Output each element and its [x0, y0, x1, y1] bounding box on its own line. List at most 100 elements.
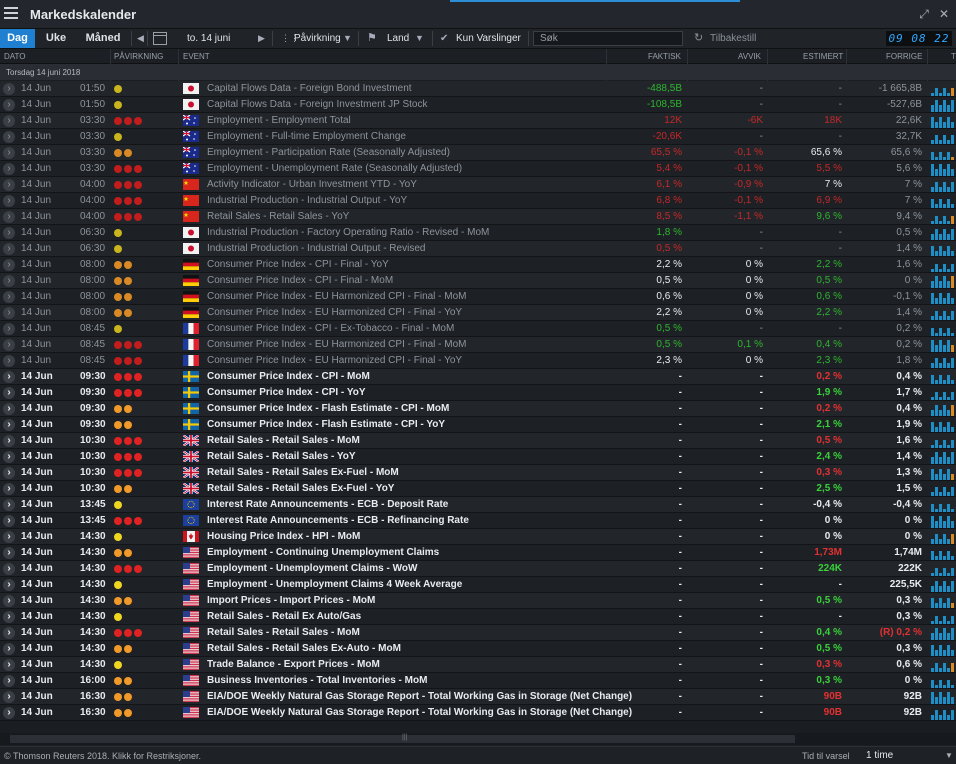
expand-row-icon[interactable]: › — [3, 483, 15, 495]
row-event[interactable]: Consumer Price Index - CPI - Final - YoY — [207, 259, 389, 271]
col-deviation[interactable]: AVVIK — [738, 52, 761, 61]
expand-row-icon[interactable]: › — [3, 195, 15, 207]
table-row[interactable]: › 14 Jun 08:00 Consumer Price Index - CPI -… — [0, 273, 956, 289]
row-event[interactable]: Retail Sales - Retail Sales Ex-Fuel - Mo… — [207, 467, 399, 479]
row-event[interactable]: Housing Price Index - HPI - MoM — [207, 531, 360, 543]
row-event[interactable]: Consumer Price Index - Flash Estimate - … — [207, 419, 445, 431]
calendar-icon[interactable] — [153, 32, 167, 45]
expand-row-icon[interactable]: › — [3, 323, 15, 335]
expand-row-icon[interactable]: › — [3, 675, 15, 687]
row-event[interactable]: Consumer Price Index - EU Harmonized CPI… — [207, 339, 467, 351]
expand-row-icon[interactable]: › — [3, 403, 15, 415]
row-event[interactable]: EIA/DOE Weekly Natural Gas Storage Repor… — [207, 707, 632, 719]
expand-row-icon[interactable]: › — [3, 659, 15, 671]
table-row[interactable]: › 14 Jun 16:30 EIA/DOE Weekly Natural Gas S… — [0, 689, 956, 705]
row-event[interactable]: Consumer Price Index - EU Harmonized CPI… — [207, 291, 467, 303]
row-event[interactable]: Consumer Price Index - Flash Estimate - … — [207, 403, 449, 415]
expand-row-icon[interactable]: › — [3, 131, 15, 143]
table-row[interactable]: › 14 Jun 14:30 Retail Sales - Retail Ex Aut… — [0, 609, 956, 625]
alerts-only-toggle[interactable]: Kun Varslinger — [456, 29, 521, 48]
table-row[interactable]: › 14 Jun 01:50 Capital Flows Data - Foreign… — [0, 81, 956, 97]
expand-row-icon[interactable]: › — [3, 563, 15, 575]
table-row[interactable]: › 14 Jun 08:45 Consumer Price Index - EU Ha… — [0, 353, 956, 369]
row-event[interactable]: Retail Sales - Retail Sales Ex-Auto - Mo… — [207, 643, 401, 655]
table-row[interactable]: › 14 Jun 03:30 Employment - Unemployment Ra… — [0, 161, 956, 177]
table-row[interactable]: › 14 Jun 10:30 Retail Sales - Retail Sales … — [0, 465, 956, 481]
expand-row-icon[interactable]: › — [3, 419, 15, 431]
row-event[interactable]: Activity Indicator - Urban Investment YT… — [207, 179, 417, 191]
row-event[interactable]: Consumer Price Index - CPI - Final - MoM — [207, 275, 393, 287]
chevron-down-icon[interactable]: ▼ — [945, 751, 953, 760]
row-event[interactable]: Employment - Unemployment Rate (Seasonal… — [207, 163, 462, 175]
expand-row-icon[interactable]: › — [3, 259, 15, 271]
table-row[interactable]: › 14 Jun 09:30 Consumer Price Index - CPI -… — [0, 385, 956, 401]
col-impact[interactable]: PÅVIRKNING — [114, 52, 163, 61]
row-event[interactable]: Interest Rate Announcements - ECB - Depo… — [207, 499, 448, 511]
col-estimate[interactable]: ESTIMERT — [803, 52, 843, 61]
table-row[interactable]: › 14 Jun 03:30 Employment - Employment Tota… — [0, 113, 956, 129]
table-row[interactable]: › 14 Jun 08:45 Consumer Price Index - EU Ha… — [0, 337, 956, 353]
row-event[interactable]: Import Prices - Import Prices - MoM — [207, 595, 375, 607]
row-event[interactable]: Employment - Full-time Employment Change — [207, 131, 406, 143]
row-event[interactable]: Employment - Unemployment Claims - WoW — [207, 563, 417, 575]
date-picker-label[interactable]: to. 14 juni — [187, 29, 230, 48]
next-date-button[interactable]: ▶ — [258, 29, 265, 48]
table-row[interactable]: › 14 Jun 06:30 Industrial Production - Fact… — [0, 225, 956, 241]
table-row[interactable]: › 14 Jun 10:30 Retail Sales - Retail Sales … — [0, 481, 956, 497]
expand-row-icon[interactable]: › — [3, 227, 15, 239]
horizontal-scrollbar[interactable]: ||| — [0, 733, 956, 745]
expand-row-icon[interactable]: › — [3, 307, 15, 319]
table-row[interactable]: › 14 Jun 06:30 Industrial Production - Indu… — [0, 241, 956, 257]
table-row[interactable]: › 14 Jun 14:30 Import Prices - Import Price… — [0, 593, 956, 609]
col-actual[interactable]: FAKTISK — [648, 52, 681, 61]
table-row[interactable]: › 14 Jun 13:45 Interest Rate Announcements … — [0, 497, 956, 513]
expand-row-icon[interactable]: › — [3, 163, 15, 175]
expand-row-icon[interactable]: › — [3, 547, 15, 559]
row-event[interactable]: Interest Rate Announcements - ECB - Refi… — [207, 515, 469, 527]
expand-row-icon[interactable]: › — [3, 435, 15, 447]
expand-row-icon[interactable]: › — [3, 643, 15, 655]
copyright-link[interactable]: © Thomson Reuters 2018. Klikk for Restri… — [4, 751, 201, 761]
expand-row-icon[interactable]: › — [3, 99, 15, 111]
table-row[interactable]: › 14 Jun 01:50 Capital Flows Data - Foreign… — [0, 97, 956, 113]
row-event[interactable]: Industrial Production - Factory Operatin… — [207, 227, 489, 239]
row-event[interactable]: Trade Balance - Export Prices - MoM — [207, 659, 380, 671]
col-event[interactable]: EVENT — [183, 52, 210, 61]
row-event[interactable]: Capital Flows Data - Foreign Investment … — [207, 99, 427, 111]
expand-row-icon[interactable]: › — [3, 387, 15, 399]
table-row[interactable]: › 14 Jun 03:30 Employment - Participation R… — [0, 145, 956, 161]
expand-row-icon[interactable]: › — [3, 355, 15, 367]
row-event[interactable]: Employment - Continuing Unemployment Cla… — [207, 547, 439, 559]
row-event[interactable]: Business Inventories - Total Inventories… — [207, 675, 427, 687]
expand-row-icon[interactable]: › — [3, 179, 15, 191]
row-event[interactable]: EIA/DOE Weekly Natural Gas Storage Repor… — [207, 691, 632, 703]
table-row[interactable]: › 14 Jun 10:30 Retail Sales - Retail Sales … — [0, 433, 956, 449]
table-row[interactable]: › 14 Jun 04:00 Industrial Production - Indu… — [0, 193, 956, 209]
tab-week[interactable]: Uke — [38, 29, 74, 48]
col-date[interactable]: DATO — [4, 52, 25, 61]
table-row[interactable]: › 14 Jun 08:45 Consumer Price Index - CPI -… — [0, 321, 956, 337]
table-row[interactable]: › 14 Jun 08:00 Consumer Price Index - EU Ha… — [0, 289, 956, 305]
expand-row-icon[interactable]: › — [3, 611, 15, 623]
expand-row-icon[interactable]: › — [3, 339, 15, 351]
row-event[interactable]: Industrial Production - Industrial Outpu… — [207, 243, 425, 255]
expand-row-icon[interactable]: › — [3, 499, 15, 511]
table-row[interactable]: › 14 Jun 13:45 Interest Rate Announcements … — [0, 513, 956, 529]
close-icon[interactable]: ✕ — [936, 6, 952, 22]
table-row[interactable]: › 14 Jun 14:30 Employment - Unemployment Cl… — [0, 577, 956, 593]
expand-row-icon[interactable]: › — [3, 691, 15, 703]
table-row[interactable]: › 14 Jun 08:00 Consumer Price Index - EU Ha… — [0, 305, 956, 321]
table-row[interactable]: › 14 Jun 09:30 Consumer Price Index - Flash… — [0, 401, 956, 417]
expand-row-icon[interactable]: › — [3, 515, 15, 527]
table-row[interactable]: › 14 Jun 16:30 EIA/DOE Weekly Natural Gas S… — [0, 705, 956, 721]
row-event[interactable]: Retail Sales - Retail Sales - YoY — [207, 451, 356, 463]
table-row[interactable]: › 14 Jun 14:30 Employment - Unemployment Cl… — [0, 561, 956, 577]
expand-icon[interactable]: ⤢ — [916, 6, 932, 22]
col-previous[interactable]: FORRIGE — [886, 52, 922, 61]
tab-month[interactable]: Måned — [78, 29, 128, 48]
expand-row-icon[interactable]: › — [3, 371, 15, 383]
table-row[interactable]: › 14 Jun 03:30 Employment - Full-time Emplo… — [0, 129, 956, 145]
table-row[interactable]: › 14 Jun 14:30 Employment - Continuing Unem… — [0, 545, 956, 561]
expand-row-icon[interactable]: › — [3, 243, 15, 255]
chevron-down-icon[interactable]: ▼ — [415, 29, 424, 48]
